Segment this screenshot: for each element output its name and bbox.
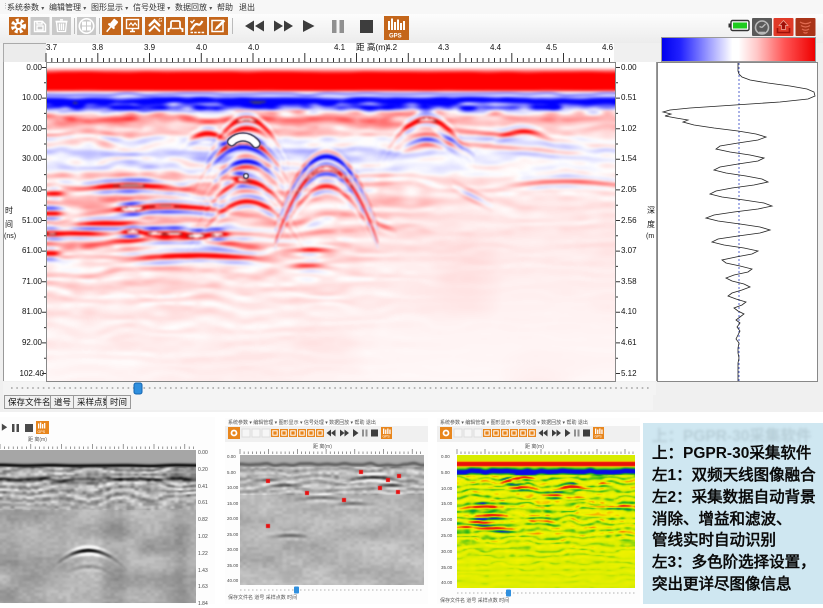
svg-text:GPS: GPS [383, 435, 391, 439]
svg-text:GPS: GPS [38, 430, 46, 434]
svg-text:GPS: GPS [595, 435, 603, 439]
svg-text:G: G [159, 18, 163, 24]
svg-text:GPS: GPS [389, 34, 402, 40]
